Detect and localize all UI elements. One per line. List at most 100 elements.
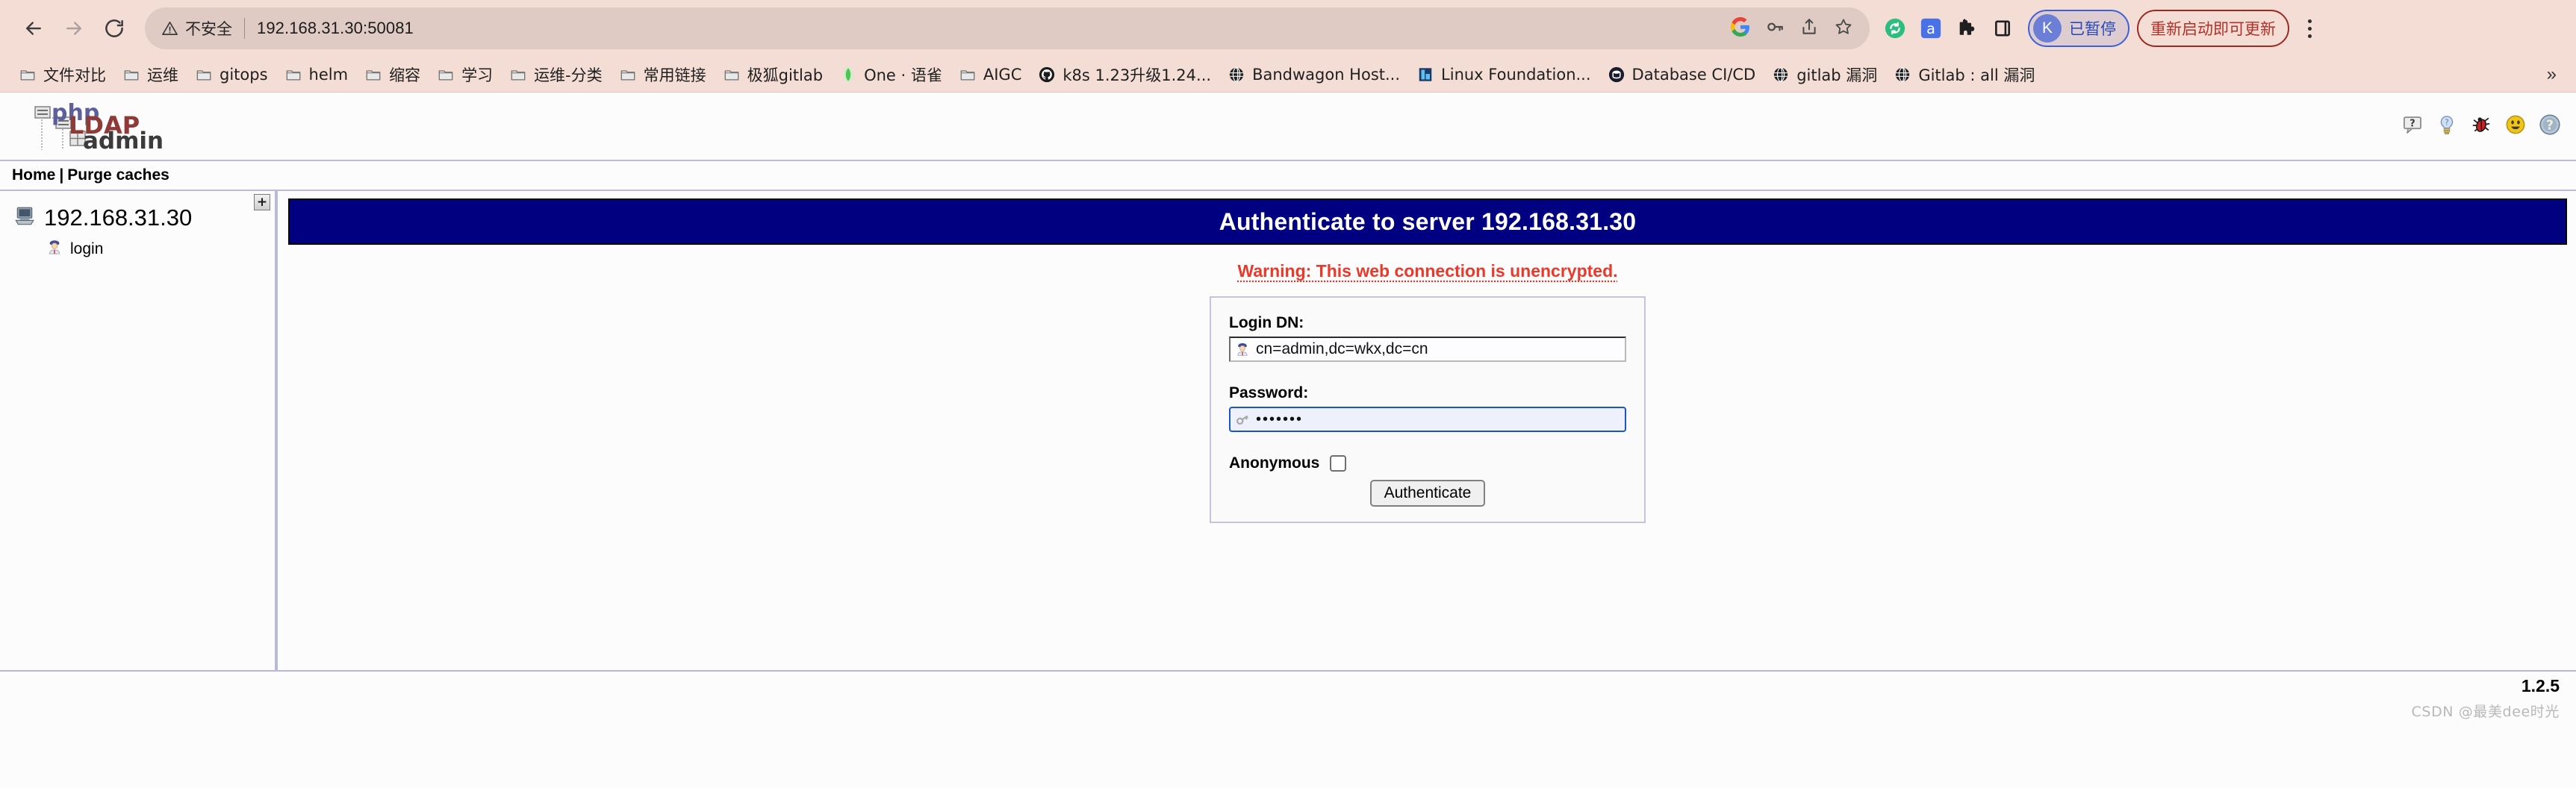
bookmark-item[interactable]: helm bbox=[276, 63, 357, 87]
github-icon bbox=[1038, 66, 1056, 84]
lightbulb-hint-icon[interactable]: ? bbox=[2434, 112, 2460, 137]
bookmark-item[interactable]: 运维 bbox=[114, 60, 187, 89]
speech-question-icon[interactable]: ? bbox=[2400, 112, 2425, 137]
tree-login-label: login bbox=[70, 240, 104, 257]
bookmark-item[interactable]: Gitlab : all 漏洞 bbox=[1885, 60, 2043, 89]
app-footer: 1.2.5 bbox=[0, 670, 2576, 696]
omnibox-divider bbox=[244, 18, 245, 39]
adblock-extension-icon[interactable]: a bbox=[1913, 7, 1949, 49]
tree-item-server[interactable]: 192.168.31.30 bbox=[0, 201, 275, 234]
browser-toolbar: 不安全 192.168.31.30:50081 a K 已暂停 重新启动即可更新 bbox=[0, 0, 2576, 57]
omnibox-trailing-icons bbox=[1731, 16, 1853, 40]
nav-link-home[interactable]: Home bbox=[12, 166, 55, 184]
phpldapadmin-logo: php LDAP admin bbox=[31, 98, 181, 160]
bookmarks-bar: 文件对比 运维 gitops helm 缩容 学习 运维-分类 常用链接 极狐gitlab One… bbox=[0, 57, 2576, 93]
bookmark-item[interactable]: 常用链接 bbox=[611, 60, 715, 89]
globe-icon bbox=[1228, 66, 1245, 84]
bookmark-label: One · 语雀 bbox=[864, 66, 942, 84]
profile-button[interactable]: K 已暂停 bbox=[2028, 10, 2129, 47]
bookmark-label: 学习 bbox=[461, 66, 494, 84]
folder-icon bbox=[122, 66, 140, 84]
folder-icon bbox=[959, 66, 977, 84]
arrow-left-icon bbox=[22, 17, 45, 40]
bookmark-item[interactable]: Database CI/CD bbox=[1599, 63, 1764, 87]
anonymous-row: Anonymous bbox=[1229, 454, 1626, 472]
smiley-donate-icon[interactable] bbox=[2503, 112, 2528, 137]
folder-icon bbox=[723, 66, 741, 84]
profile-avatar: K bbox=[2033, 14, 2062, 43]
url-text: 192.168.31.30:50081 bbox=[257, 19, 414, 37]
folder-icon bbox=[364, 66, 382, 84]
anonymous-checkbox[interactable] bbox=[1330, 455, 1347, 472]
nav-link-purge-caches[interactable]: Purge caches bbox=[67, 166, 169, 184]
main-columns: + 192.168.31.30 login Authenticate to se… bbox=[0, 191, 2576, 670]
unencrypted-warning: Warning: This web connection is unencryp… bbox=[1237, 261, 1618, 281]
bookmark-label: gitops bbox=[220, 65, 268, 84]
key-icon[interactable] bbox=[1765, 17, 1785, 40]
bookmark-item[interactable]: AIGC bbox=[951, 63, 1030, 87]
bookmark-star-icon[interactable] bbox=[1834, 17, 1853, 40]
svg-text:a: a bbox=[1926, 20, 1935, 37]
content-panel: Authenticate to server 192.168.31.30 War… bbox=[278, 191, 2576, 670]
browser-chrome: 不安全 192.168.31.30:50081 a K 已暂停 重新启动即可更新… bbox=[0, 0, 2576, 93]
security-status-label: 不安全 bbox=[185, 20, 232, 38]
address-bar[interactable]: 不安全 192.168.31.30:50081 bbox=[145, 7, 1870, 49]
bookmark-item[interactable]: One · 语雀 bbox=[831, 60, 951, 89]
app-header: php LDAP admin ? ? ? bbox=[0, 93, 2576, 160]
bookmark-label: helm bbox=[308, 65, 349, 84]
bookmark-item[interactable]: 运维-分类 bbox=[501, 60, 611, 89]
tree-item-login[interactable]: login bbox=[0, 234, 275, 262]
bookmark-item[interactable]: 极狐gitlab bbox=[715, 60, 831, 89]
login-dn-input[interactable]: cn=admin,dc=wkx,dc=cn bbox=[1229, 337, 1626, 362]
bookmark-label: 运维-分类 bbox=[534, 66, 603, 84]
watermark: CSDN @最美dee时光 bbox=[2411, 704, 2560, 720]
bookmark-item[interactable]: gitops bbox=[187, 63, 276, 87]
password-label: Password: bbox=[1229, 384, 1309, 401]
page-content: php LDAP admin ? ? ? Home|Purge caches bbox=[0, 93, 2576, 788]
bookmark-label: Database CI/CD bbox=[1631, 65, 1756, 84]
bookmark-item[interactable]: Linux Foundation... bbox=[1408, 63, 1599, 87]
user-icon bbox=[1235, 342, 1250, 357]
bookmark-item[interactable]: 学习 bbox=[429, 60, 501, 89]
forward-button[interactable] bbox=[54, 8, 94, 49]
sidebar-tree: + 192.168.31.30 login bbox=[0, 191, 278, 670]
bookmark-item[interactable]: 文件对比 bbox=[10, 60, 114, 89]
update-button-label: 重新启动即可更新 bbox=[2150, 20, 2276, 38]
login-form: Login DN: cn=admin,dc=wkx,dc=cn Password… bbox=[1210, 296, 1646, 523]
folder-icon bbox=[619, 66, 637, 84]
submit-row: Authenticate bbox=[1229, 480, 1626, 507]
bookmark-item[interactable]: k8s 1.23升级1.24... bbox=[1030, 60, 1219, 89]
back-button[interactable] bbox=[13, 8, 54, 49]
bookmark-item[interactable]: 缩容 bbox=[356, 60, 429, 89]
login-dn-value: cn=admin,dc=wkx,dc=cn bbox=[1256, 340, 1428, 357]
share-icon[interactable] bbox=[1799, 17, 1819, 40]
bookmark-label: 文件对比 bbox=[43, 66, 106, 84]
svg-text:?: ? bbox=[2546, 118, 2554, 133]
bookmark-item[interactable]: gitlab 漏洞 bbox=[1764, 60, 1885, 89]
svg-text:admin: admin bbox=[83, 128, 164, 154]
folder-icon bbox=[509, 66, 527, 84]
sync-extension-icon[interactable] bbox=[1877, 7, 1913, 49]
bug-report-icon[interactable] bbox=[2468, 112, 2494, 137]
sidepanel-icon[interactable] bbox=[1985, 7, 2020, 49]
sidebar-expand-button[interactable]: + bbox=[254, 194, 270, 210]
authenticate-button[interactable]: Authenticate bbox=[1369, 480, 1486, 507]
bookmark-label: Bandwagon Host... bbox=[1252, 65, 1401, 84]
folder-icon bbox=[195, 66, 213, 84]
reload-button[interactable] bbox=[94, 8, 134, 49]
help-question-icon[interactable]: ? bbox=[2537, 112, 2563, 137]
globe-icon bbox=[1894, 66, 1911, 84]
password-input[interactable]: ••••••• bbox=[1229, 407, 1626, 432]
breadcrumb: Home | Purge caches bbox=[0, 160, 2576, 191]
app-header-icons: ? ? ? bbox=[2400, 112, 2563, 137]
bookmark-label: 常用链接 bbox=[643, 66, 706, 84]
bookmarks-overflow-button[interactable]: » bbox=[2538, 61, 2566, 88]
bookmark-item[interactable]: Bandwagon Host... bbox=[1219, 63, 1408, 87]
three-dots-menu-icon[interactable] bbox=[2292, 7, 2327, 49]
bookmark-label: 运维 bbox=[147, 66, 178, 84]
folder-icon bbox=[437, 66, 455, 84]
update-button[interactable]: 重新启动即可更新 bbox=[2137, 10, 2289, 47]
google-g-icon[interactable] bbox=[1731, 16, 1750, 40]
nav-separator: | bbox=[59, 166, 64, 184]
puzzle-extensions-icon[interactable] bbox=[1949, 7, 1985, 49]
